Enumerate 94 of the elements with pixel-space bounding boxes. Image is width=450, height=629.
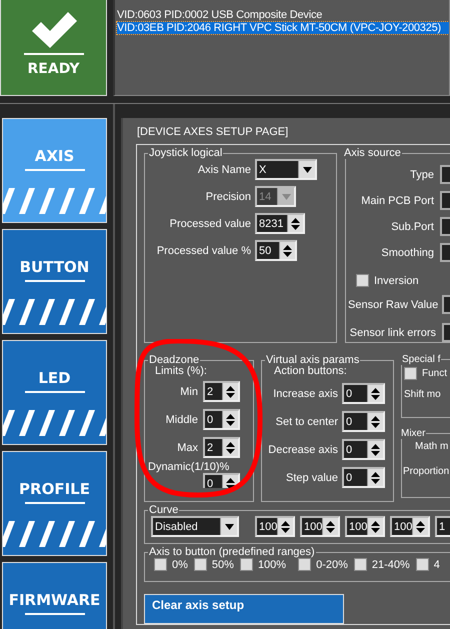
spin-arrows-icon bbox=[280, 520, 292, 534]
spin-arrows-icon bbox=[282, 244, 293, 258]
group-title: Axis to button (predefined ranges) bbox=[148, 546, 316, 558]
checkbox-label: 4 bbox=[434, 558, 440, 570]
checkbox[interactable] bbox=[356, 274, 369, 287]
spinner-field[interactable]: 0 bbox=[203, 409, 240, 430]
field-label: Math m bbox=[415, 441, 450, 452]
field-label: Step value bbox=[285, 472, 338, 484]
caret-icon bbox=[302, 166, 312, 172]
nav-tab[interactable]: BUTTON bbox=[2, 229, 107, 334]
page-title: [DEVICE AXES SETUP PAGE] bbox=[137, 126, 290, 140]
group-title: Special f bbox=[401, 354, 442, 365]
spinner-field[interactable]: 100 bbox=[255, 516, 295, 537]
field-label: Processed value bbox=[170, 218, 251, 230]
spinner-field[interactable]: 0 bbox=[342, 439, 385, 460]
field-label: Shift mo bbox=[404, 389, 442, 400]
checkbox-label: Funct bbox=[422, 368, 448, 379]
spin-arrows-icon bbox=[370, 442, 381, 456]
device-list-item[interactable]: VID:0603 PID:0002 USB Composite Device bbox=[117, 9, 449, 21]
field-label: Proportion bbox=[403, 466, 450, 477]
nav-tab[interactable]: LED bbox=[2, 340, 107, 445]
stripes-icon bbox=[3, 410, 106, 436]
checkbox[interactable] bbox=[154, 558, 167, 571]
nav-tab[interactable]: FIRMWARE bbox=[2, 562, 107, 629]
ready-button[interactable]: READY bbox=[0, 0, 107, 96]
field-label: Dynamic(1/10)% bbox=[148, 461, 230, 473]
caret-icon bbox=[282, 194, 290, 200]
group-title: Mixer bbox=[400, 428, 426, 439]
spinner-field[interactable]: 0 bbox=[342, 467, 385, 488]
nav-tab[interactable]: PROFILE bbox=[2, 451, 107, 556]
field-label: Precision bbox=[206, 190, 251, 202]
field-label: Sensor Raw Value bbox=[348, 298, 436, 310]
spin-arrows-icon bbox=[225, 476, 236, 488]
field-label: Sub.Port bbox=[390, 220, 434, 232]
checkbox-label: 0-20% bbox=[316, 558, 348, 570]
stripes-icon bbox=[3, 299, 106, 325]
checkbox[interactable] bbox=[354, 558, 367, 571]
field-label: Set to center bbox=[274, 416, 338, 428]
field-label: Increase axis bbox=[272, 388, 338, 400]
field-label: Middle bbox=[164, 414, 198, 426]
spinner-field[interactable]: 0 bbox=[342, 411, 385, 432]
spin-arrows-icon bbox=[370, 520, 382, 534]
field-label: Sensor link errors bbox=[348, 326, 436, 338]
field-label: Min bbox=[179, 386, 198, 398]
spin-arrows-icon bbox=[370, 386, 381, 400]
checkbox-label: Inversion bbox=[374, 274, 419, 286]
group-subtitle: Action buttons: bbox=[274, 365, 347, 377]
field-label: Processed value % bbox=[156, 244, 251, 256]
field-label: Main PCB Port bbox=[360, 194, 434, 206]
dropdown[interactable]: X bbox=[255, 159, 317, 180]
group-title: Virtual axis params bbox=[265, 354, 360, 366]
spinner-field[interactable]: 2 bbox=[203, 437, 240, 458]
stripes-icon bbox=[3, 188, 106, 214]
checkbox[interactable] bbox=[240, 558, 253, 571]
curve-dropdown[interactable]: Disabled bbox=[151, 516, 239, 537]
field-label: Type bbox=[409, 168, 434, 180]
spinner-field[interactable]: 50 bbox=[255, 240, 297, 261]
group-subtitle: Limits (%): bbox=[155, 365, 208, 377]
checkbox-label: 21-40% bbox=[372, 558, 410, 570]
spinner-field[interactable]: 1 bbox=[435, 516, 450, 537]
spin-arrows-icon bbox=[415, 520, 426, 534]
field-label: Smoothing bbox=[380, 246, 434, 258]
checkbox[interactable] bbox=[298, 558, 312, 571]
spin-arrows-icon bbox=[225, 440, 236, 454]
group-title: Axis source bbox=[343, 147, 402, 159]
spin-arrows-icon bbox=[225, 384, 236, 398]
checkbox-label: 50% bbox=[212, 558, 234, 570]
checkbox[interactable] bbox=[404, 367, 417, 380]
field-label: Decrease axis bbox=[268, 444, 338, 456]
spinner-field[interactable]: 2 bbox=[203, 381, 240, 402]
group-title: Joystick logical bbox=[148, 147, 224, 159]
checkbox[interactable] bbox=[416, 558, 429, 571]
field-label: Axis Name bbox=[198, 164, 251, 176]
spinner-field[interactable]: 100 bbox=[345, 516, 385, 537]
spinner-field[interactable]: 100 bbox=[300, 516, 340, 537]
field-label: Max bbox=[176, 442, 198, 454]
checkbox[interactable] bbox=[194, 558, 207, 571]
checkbox-label: 0% bbox=[172, 558, 188, 570]
device-list-item[interactable]: VID:03EB PID:2046 RIGHT VPC Stick MT-50CM (VPC-JOY-200325) bbox=[117, 22, 449, 34]
group-title: Deadzone bbox=[148, 354, 200, 366]
spin-arrows-icon bbox=[290, 216, 301, 230]
group-title: Curve bbox=[148, 504, 180, 516]
spinner-field[interactable]: 0 bbox=[203, 473, 240, 488]
spinner-field[interactable]: 8231 bbox=[255, 213, 305, 234]
checkbox-label: 100% bbox=[258, 558, 286, 570]
clear-axis-button[interactable]: Clear axis setup bbox=[144, 594, 344, 624]
spin-arrows-icon bbox=[225, 412, 236, 426]
spin-arrows-icon bbox=[370, 470, 381, 484]
stripes-icon bbox=[3, 521, 106, 547]
spin-arrows-icon bbox=[325, 520, 336, 534]
spinner-field[interactable]: 100 bbox=[390, 516, 430, 537]
spin-arrows-icon bbox=[370, 414, 381, 428]
spinner-field[interactable]: 0 bbox=[342, 383, 385, 404]
caret-icon bbox=[224, 524, 234, 530]
